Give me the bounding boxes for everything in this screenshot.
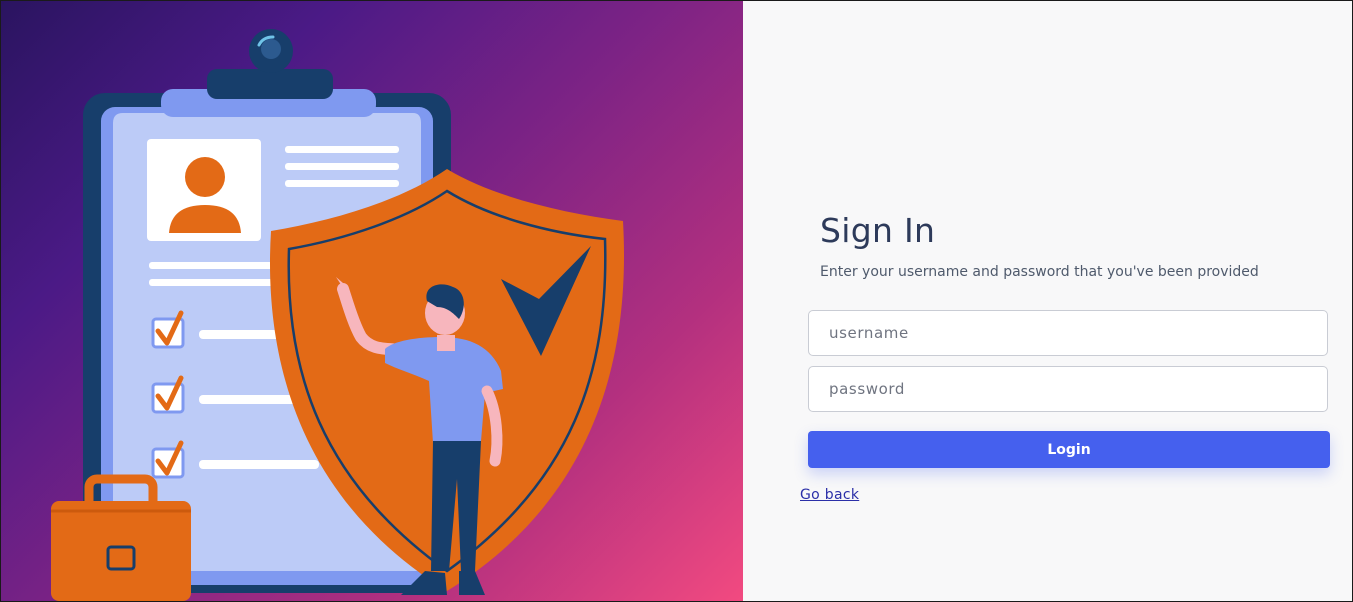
password-input[interactable] [808,366,1328,412]
page-subtitle: Enter your username and password that yo… [820,264,1259,280]
page-title: Sign In [820,211,936,250]
login-page: Sign In Enter your username and password… [0,0,1353,602]
username-input[interactable] [808,310,1328,356]
go-back-link[interactable]: Go back [800,487,859,503]
login-button[interactable]: Login [808,431,1330,468]
checkbox-icon [151,310,185,479]
security-illustration [51,29,625,601]
profile-card-icon [147,139,261,241]
security-illustration-panel [1,1,743,601]
signin-panel: Sign In Enter your username and password… [743,1,1352,601]
